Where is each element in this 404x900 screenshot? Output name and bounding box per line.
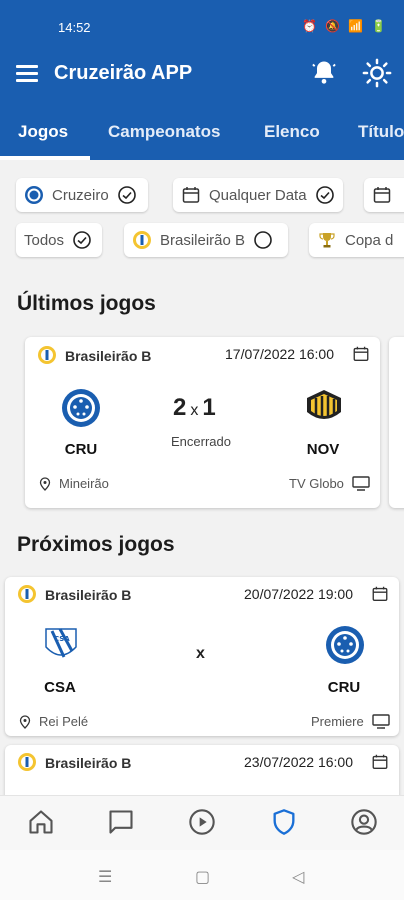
venue-name: Mineirão bbox=[59, 476, 109, 491]
match-broadcast: TV Globo bbox=[289, 476, 370, 491]
filter-chip-brasileirao[interactable]: Brasileirão B bbox=[124, 223, 288, 257]
home-team-code: CSA bbox=[44, 679, 76, 696]
back-icon[interactable]: ◁ bbox=[292, 867, 304, 887]
home-icon[interactable] bbox=[27, 808, 55, 836]
section-title-next-games: Próximos jogos bbox=[17, 533, 175, 556]
last-game-card-next[interactable] bbox=[389, 337, 404, 508]
filter-chip-all[interactable]: Todos bbox=[16, 223, 102, 257]
filter-chip-all-label: Todos bbox=[24, 231, 65, 249]
versus-label: x bbox=[196, 645, 205, 662]
match-broadcast: Premiere bbox=[311, 714, 390, 729]
match-datetime: 20/07/2022 19:00 bbox=[244, 586, 353, 602]
menu-icon[interactable] bbox=[16, 65, 38, 82]
venue-name: Rei Pelé bbox=[39, 714, 89, 729]
section-title-last-games: Últimos jogos bbox=[17, 292, 156, 315]
home-score: 2 bbox=[173, 394, 187, 421]
status-bar: 14:52 ⏰ 🔕 📶 🔋 bbox=[0, 0, 404, 40]
score-separator: x bbox=[190, 402, 199, 419]
filter-chip-team[interactable]: Cruzeiro bbox=[16, 178, 148, 212]
calendar-icon bbox=[373, 187, 391, 203]
next-game-card[interactable]: Brasileirão B 20/07/2022 19:00 CSA CSA x… bbox=[5, 577, 399, 736]
battery-icon: 🔋 bbox=[371, 19, 386, 33]
status-time: 14:52 bbox=[58, 20, 91, 35]
bottom-nav bbox=[0, 795, 404, 850]
league-name: Brasileirão B bbox=[45, 755, 132, 771]
home-button-icon[interactable]: ▢ bbox=[195, 867, 210, 887]
csa-logo-icon: CSA bbox=[45, 628, 77, 658]
filter-chip-team-label: Cruzeiro bbox=[52, 186, 109, 204]
match-datetime: 17/07/2022 16:00 bbox=[225, 346, 334, 362]
match-venue: Mineirão bbox=[39, 476, 109, 491]
notification-bell-icon[interactable] bbox=[310, 58, 338, 86]
check-circle-icon bbox=[315, 186, 334, 204]
alarm-icon: ⏰ bbox=[302, 19, 318, 33]
match-status: Encerrado bbox=[171, 434, 231, 449]
tab-titulos[interactable]: Títulos bbox=[358, 122, 404, 142]
cruzeiro-logo-icon bbox=[326, 626, 364, 664]
mute-icon: 🔕 bbox=[325, 19, 341, 33]
last-game-card[interactable]: Brasileirão B 17/07/2022 16:00 CRU 2x1 E… bbox=[25, 337, 380, 508]
filter-chip-copa[interactable]: Copa d bbox=[309, 223, 404, 257]
tab-campeonatos[interactable]: Campeonatos bbox=[108, 122, 220, 142]
tab-jogos[interactable]: Jogos bbox=[18, 122, 68, 142]
match-datetime: 23/07/2022 16:00 bbox=[244, 754, 353, 770]
system-nav-bar: ☰ ▢ ◁ bbox=[0, 850, 404, 900]
check-circle-icon bbox=[73, 231, 91, 249]
brasileirao-b-icon bbox=[38, 346, 56, 364]
brasileirao-b-icon bbox=[18, 585, 36, 603]
calendar-icon[interactable] bbox=[352, 345, 370, 363]
shield-icon[interactable] bbox=[270, 808, 298, 836]
status-icons: ⏰ 🔕 📶 🔋 bbox=[302, 19, 386, 33]
broadcast-name: TV Globo bbox=[289, 476, 344, 491]
tab-elenco[interactable]: Elenco bbox=[264, 122, 320, 142]
location-pin-icon bbox=[19, 714, 31, 729]
trophy-icon bbox=[319, 233, 335, 248]
brasileirao-b-icon bbox=[18, 753, 36, 771]
league-name: Brasileirão B bbox=[45, 587, 132, 603]
broadcast-name: Premiere bbox=[311, 714, 364, 729]
app-bar: Cruzeirão APP bbox=[0, 40, 404, 106]
away-team-code: CRU bbox=[327, 679, 361, 696]
check-circle-icon bbox=[117, 186, 136, 204]
brasileirao-b-icon bbox=[133, 231, 151, 249]
novorizontino-logo-icon bbox=[307, 390, 341, 419]
calendar-icon bbox=[182, 187, 200, 203]
filter-chip-date[interactable]: Qualquer Data bbox=[173, 178, 343, 212]
wifi-icon: 📶 bbox=[348, 19, 364, 33]
filter-chip-date-label: Qualquer Data bbox=[209, 186, 307, 204]
home-team-code: CRU bbox=[64, 441, 98, 458]
filter-chip-date-2[interactable] bbox=[364, 178, 404, 212]
tab-bar: Jogos Campeonatos Elenco Títulos bbox=[0, 106, 404, 160]
cruzeiro-crest-icon bbox=[25, 186, 43, 204]
recent-apps-icon[interactable]: ☰ bbox=[98, 867, 112, 887]
filter-chip-copa-label: Copa d bbox=[345, 231, 394, 249]
chat-icon[interactable] bbox=[107, 808, 135, 836]
location-pin-icon bbox=[39, 476, 51, 491]
theme-toggle-icon[interactable] bbox=[362, 58, 392, 88]
empty-circle-icon bbox=[254, 231, 272, 249]
calendar-icon[interactable] bbox=[371, 753, 389, 771]
away-team-code: NOV bbox=[306, 441, 340, 458]
tv-icon bbox=[352, 476, 370, 491]
tab-indicator bbox=[0, 156, 90, 160]
calendar-icon[interactable] bbox=[371, 585, 389, 603]
profile-icon[interactable] bbox=[350, 808, 378, 836]
final-score: 2x1 bbox=[173, 394, 216, 422]
cruzeiro-logo-icon bbox=[62, 389, 100, 427]
match-venue: Rei Pelé bbox=[19, 714, 88, 729]
tv-icon bbox=[372, 714, 390, 729]
app-title: Cruzeirão APP bbox=[54, 62, 193, 84]
away-score: 1 bbox=[202, 394, 216, 421]
play-icon[interactable] bbox=[188, 808, 216, 836]
svg-text:CSA: CSA bbox=[54, 635, 70, 643]
filter-chip-brasileirao-label: Brasileirão B bbox=[160, 231, 246, 249]
league-name: Brasileirão B bbox=[65, 348, 152, 364]
